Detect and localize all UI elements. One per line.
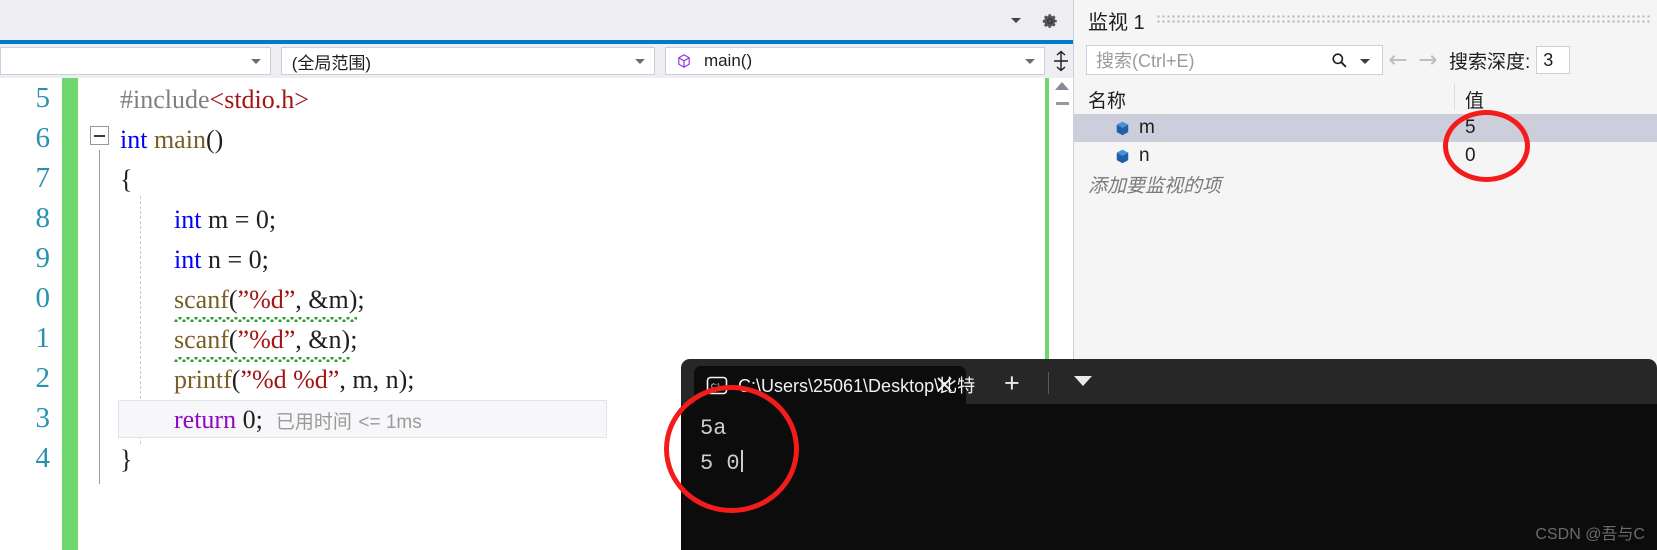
terminal-window: C:\ C:\Users\25061\Desktop\比特 + 5a 5 0 C… — [681, 359, 1657, 550]
line-number: 2 — [35, 362, 51, 394]
search-depth-input[interactable]: 3 — [1536, 46, 1571, 74]
document-tab-strip — [0, 0, 1073, 44]
code-line: scanf(”%d”, &m); — [174, 280, 365, 322]
watch-variable-value[interactable]: 0 — [1465, 145, 1476, 167]
line-number: 1 — [35, 322, 51, 354]
block-guide-line — [99, 150, 100, 484]
text-cursor — [740, 450, 743, 472]
code-line: int m = 0; — [174, 205, 277, 234]
line-number: 3 — [35, 402, 51, 434]
collapse-region-toggle[interactable] — [90, 126, 109, 145]
chevron-down-icon[interactable] — [1074, 376, 1092, 386]
scroll-marker — [1056, 102, 1069, 105]
drag-dots-decoration — [1156, 15, 1650, 25]
right-arrow-icon: → — [1418, 47, 1438, 73]
scroll-up-arrow-icon[interactable] — [1055, 82, 1069, 90]
line-number: 5 — [35, 82, 51, 114]
toggle-split-view-button[interactable] — [1049, 46, 1073, 76]
code-line: { — [120, 165, 133, 194]
line-number-gutter: 5 6 7 8 9 0 1 2 3 4 — [0, 78, 62, 550]
function-combo-value: main() — [703, 51, 753, 70]
add-watch-item-placeholder: 添加要监视的项 — [1088, 175, 1222, 197]
terminal-output-area[interactable]: 5a 5 0 CSDN @吾与C — [681, 404, 1657, 550]
terminal-tab[interactable]: C:\ C:\Users\25061\Desktop\比特 — [694, 366, 975, 404]
terminal-output-line-with-caret: 5 0 — [700, 450, 743, 476]
code-line: int n = 0; — [174, 245, 269, 274]
terminal-tab-bar: C:\ C:\Users\25061\Desktop\比特 + — [681, 359, 1657, 404]
code-line: #include<stdio.h> — [120, 85, 309, 114]
search-input[interactable]: 搜索(Ctrl+E) — [1086, 45, 1383, 75]
chevron-down-icon[interactable] — [1011, 18, 1021, 23]
method-cube-icon — [678, 54, 690, 68]
variable-cube-icon — [1116, 149, 1129, 163]
search-placeholder: 搜索(Ctrl+E) — [1096, 51, 1195, 71]
watch-variable-name: n — [1139, 145, 1150, 166]
column-header-value[interactable]: 值 — [1465, 86, 1484, 113]
new-tab-button[interactable]: + — [1004, 370, 1020, 397]
chevron-down-icon — [634, 59, 645, 64]
code-line: scanf(”%d”, &n); — [174, 320, 357, 362]
watch-window-titlebar: 监视 1 — [1074, 0, 1657, 40]
watch-toolbar: 搜索(Ctrl+E) ← → 搜索深度: 3 — [1074, 40, 1657, 80]
search-depth-value: 3 — [1543, 49, 1554, 70]
scope-combo-2-value: (全局范围) — [291, 53, 372, 73]
search-depth-label: 搜索深度: — [1449, 51, 1531, 73]
close-icon[interactable] — [935, 375, 954, 394]
change-indicator-bar — [62, 78, 78, 550]
column-header-name[interactable]: 名称 — [1088, 86, 1126, 113]
split-arrows-icon — [1054, 50, 1069, 72]
watch-grid-header: 名称 值 — [1074, 80, 1657, 115]
add-watch-item-row[interactable]: 添加要监视的项 — [1074, 170, 1657, 198]
table-row[interactable]: m 5 — [1074, 114, 1657, 142]
column-divider[interactable] — [1454, 84, 1455, 110]
watch-variable-value[interactable]: 5 — [1465, 117, 1476, 139]
line-number: 6 — [35, 122, 51, 154]
line-number: 0 — [35, 282, 51, 314]
toolbar-divider — [1048, 372, 1049, 394]
visual-studio-debug-screen: (全局范围) main() 5 6 7 8 9 0 1 2 3 4 #inclu… — [0, 0, 1657, 550]
navigation-bar: (全局范围) main() — [0, 44, 1073, 78]
svg-text:C:\: C:\ — [711, 383, 720, 390]
search-icon[interactable] — [1331, 52, 1348, 69]
left-arrow-icon: ← — [1388, 47, 1408, 73]
line-number: 7 — [35, 162, 51, 194]
line-number: 9 — [35, 242, 51, 274]
code-line: return 0; 已用时间 <= 1ms — [174, 405, 422, 434]
function-combo[interactable]: main() — [664, 47, 1046, 75]
chevron-down-icon[interactable] — [1360, 59, 1370, 64]
command-prompt-icon: C:\ — [706, 376, 728, 394]
variable-cube-icon — [1116, 121, 1129, 135]
gear-icon[interactable] — [1041, 12, 1059, 30]
chevron-down-icon — [250, 59, 261, 64]
watch-window-title: 监视 1 — [1088, 11, 1145, 34]
watch-variable-name: m — [1139, 117, 1155, 138]
elapsed-time-value: <= 1ms — [358, 412, 422, 433]
code-line: } — [120, 445, 133, 474]
line-number: 8 — [35, 202, 51, 234]
watermark: CSDN @吾与C — [1535, 526, 1645, 543]
scope-combo-2[interactable]: (全局范围) — [280, 47, 655, 75]
table-row[interactable]: n 0 — [1074, 142, 1657, 170]
scope-combo-1[interactable] — [0, 47, 271, 75]
search-previous-button[interactable]: ← — [1383, 45, 1413, 75]
elapsed-time-label: 已用时间 — [275, 412, 352, 433]
search-next-button[interactable]: → — [1413, 45, 1443, 75]
line-number: 4 — [35, 442, 51, 474]
code-line: int main() — [120, 125, 224, 154]
code-line: printf(”%d %d”, m, n); — [174, 365, 415, 394]
terminal-output-line: 5a — [700, 416, 727, 441]
terminal-output-text: 5 0 — [700, 451, 740, 476]
chevron-down-icon — [1025, 59, 1036, 64]
